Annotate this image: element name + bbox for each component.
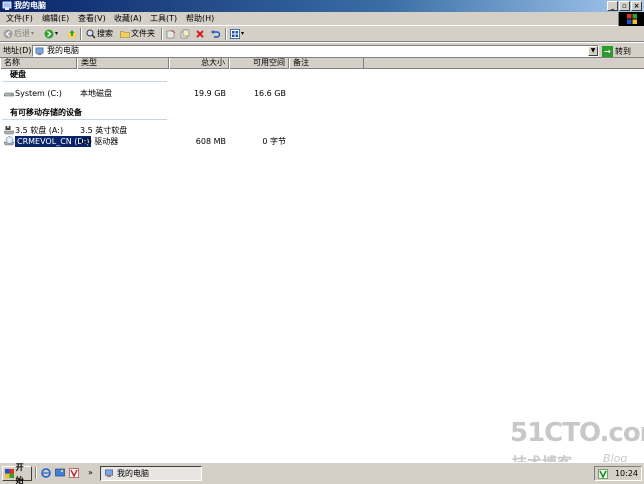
- system-tray: 10:24: [594, 466, 642, 481]
- forward-dropdown-icon[interactable]: ▾: [55, 28, 58, 40]
- undo-button[interactable]: [210, 28, 220, 40]
- my-computer-icon: [2, 1, 12, 10]
- undo-icon: [211, 30, 220, 38]
- search-label: 搜索: [97, 29, 113, 38]
- back-arrow-icon: [3, 29, 13, 39]
- toolbar: 后退 ▾ ▾ 搜索 文件夹 ▾: [0, 26, 644, 42]
- views-button[interactable]: ▾: [230, 28, 244, 40]
- tray-app-v-icon[interactable]: [598, 469, 608, 479]
- drive-name: 3.5 软盘 (A:): [15, 126, 64, 135]
- drive-name: System (C:): [15, 89, 62, 98]
- delete-x-icon: [196, 30, 204, 38]
- taskbar: 开始 » 我的电脑 10:24: [0, 462, 644, 484]
- menu-file[interactable]: 文件(F): [6, 14, 33, 24]
- copy-to-icon: [180, 29, 190, 39]
- up-folder-icon: [68, 30, 76, 38]
- back-label: 后退: [14, 29, 30, 38]
- views-grid-icon: [230, 29, 240, 39]
- forward-arrow-icon: [44, 29, 54, 39]
- back-dropdown-icon[interactable]: ▾: [31, 28, 34, 40]
- start-button[interactable]: 开始: [2, 463, 32, 484]
- column-notes[interactable]: 备注: [289, 58, 364, 69]
- windows-logo: [618, 12, 644, 26]
- go-arrow-icon: →: [602, 45, 613, 57]
- column-total-size[interactable]: 总大小: [169, 58, 229, 69]
- internet-explorer-icon[interactable]: [41, 468, 51, 478]
- clock[interactable]: 10:24: [615, 468, 638, 480]
- folder-icon: [120, 31, 130, 38]
- drive-type: 3.5 英寸软盘: [80, 126, 128, 135]
- address-input[interactable]: 我的电脑 ▼: [32, 45, 599, 57]
- taskbar-separator: [35, 467, 37, 479]
- back-button[interactable]: 后退 ▾: [3, 28, 34, 40]
- start-label: 开始: [15, 462, 24, 484]
- address-label: 地址(D): [3, 46, 32, 55]
- address-value: 我的电脑: [47, 46, 79, 55]
- hard-disk-icon: [4, 92, 14, 97]
- group-divider: [2, 119, 167, 120]
- my-computer-icon: [35, 47, 44, 56]
- taskbar-item-label: 我的电脑: [117, 469, 149, 478]
- list-item-drive-c[interactable]: System (C:) 本地磁盘 19.9 GB 16.6 GB: [0, 88, 644, 99]
- address-bar: 地址(D) 我的电脑 ▼ → 转到: [0, 42, 644, 58]
- column-header: 名称 类型 总大小 可用空间 备注: [0, 58, 644, 69]
- delete-button[interactable]: [195, 28, 205, 40]
- column-type[interactable]: 类型: [77, 58, 169, 69]
- quicklaunch-chevron-icon[interactable]: »: [88, 468, 93, 477]
- app-v-icon[interactable]: [69, 468, 79, 478]
- drive-total-size: 19.9 GB: [193, 89, 226, 98]
- drive-free-space: 16.6 GB: [253, 89, 286, 98]
- toolbar-separator: [225, 28, 227, 40]
- cd-drive-icon: [4, 136, 15, 146]
- show-desktop-icon[interactable]: [55, 468, 65, 478]
- window-controls: _ ▫ ×: [607, 1, 642, 11]
- go-button[interactable]: → 转到: [602, 45, 631, 57]
- menu-tools[interactable]: 工具(T): [150, 14, 177, 24]
- group-removable-storage: 有可移动存储的设备: [10, 108, 82, 117]
- start-flag-icon: [5, 469, 14, 478]
- list-item-drive-a[interactable]: 3.5 软盘 (A:) 3.5 英寸软盘: [0, 125, 644, 136]
- restore-button[interactable]: ▫: [619, 1, 630, 11]
- file-list: 硬盘 System (C:) 本地磁盘 19.9 GB 16.6 GB 有可移动…: [0, 69, 644, 462]
- address-dropdown-icon[interactable]: ▼: [588, 46, 598, 56]
- go-label: 转到: [615, 46, 631, 56]
- drive-free-space: 0 字节: [262, 137, 286, 146]
- drive-type: CD 驱动器: [80, 137, 119, 146]
- column-free-space[interactable]: 可用空间: [229, 58, 289, 69]
- toolbar-separator: [80, 28, 82, 40]
- list-item-drive-d[interactable]: CRMEVOL_CN (D:) CD 驱动器 608 MB 0 字节: [0, 135, 644, 148]
- drive-type: 本地磁盘: [80, 89, 112, 98]
- folders-button[interactable]: 文件夹: [120, 28, 155, 40]
- windows-flag-icon: [627, 14, 637, 24]
- folders-label: 文件夹: [131, 29, 155, 38]
- group-hard-disks: 硬盘: [10, 70, 26, 79]
- menu-view[interactable]: 查看(V): [78, 14, 106, 24]
- group-divider: [2, 81, 167, 82]
- taskbar-item-my-computer[interactable]: 我的电脑: [100, 466, 202, 481]
- toolbar-separator: [161, 28, 163, 40]
- search-icon: [86, 29, 96, 39]
- drive-total-size: 608 MB: [195, 137, 226, 146]
- menu-edit[interactable]: 编辑(E): [42, 14, 69, 24]
- views-dropdown-icon[interactable]: ▾: [241, 28, 244, 40]
- minimize-button[interactable]: _: [607, 1, 618, 11]
- watermark-logo: 51CTO.com: [510, 418, 644, 448]
- floppy-drive-icon: [4, 126, 14, 135]
- column-name[interactable]: 名称: [0, 58, 77, 69]
- copy-to-button[interactable]: [180, 28, 190, 40]
- title-bar: 我的电脑 _ ▫ ×: [0, 0, 644, 12]
- up-folder-button[interactable]: [67, 28, 77, 40]
- move-to-button[interactable]: [166, 28, 176, 40]
- window-title: 我的电脑: [14, 1, 46, 10]
- move-to-icon: [166, 29, 176, 39]
- menu-favorites[interactable]: 收藏(A): [114, 14, 142, 24]
- my-computer-icon: [105, 469, 113, 478]
- forward-button[interactable]: ▾: [44, 28, 58, 40]
- menu-help[interactable]: 帮助(H): [186, 14, 214, 24]
- close-button[interactable]: ×: [631, 1, 642, 11]
- menu-bar: 文件(F) 编辑(E) 查看(V) 收藏(A) 工具(T) 帮助(H): [0, 12, 644, 26]
- search-button[interactable]: 搜索: [86, 28, 113, 40]
